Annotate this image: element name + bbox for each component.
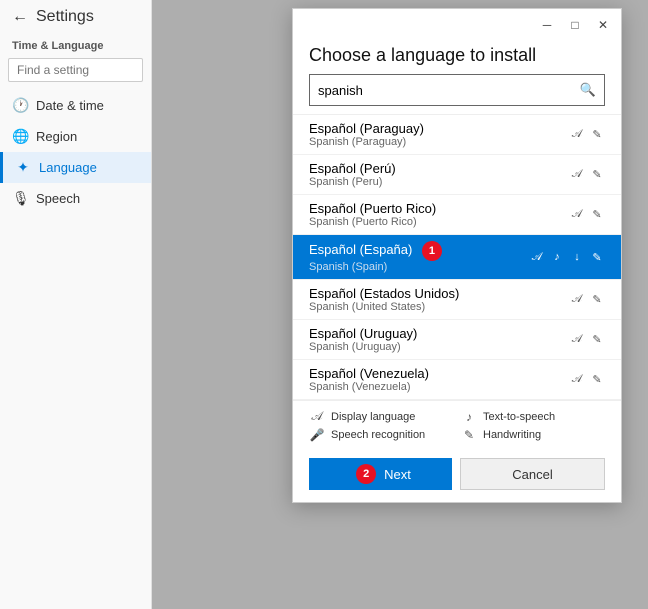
language-icons: 𝒜 ✎ [569, 372, 605, 388]
edit-icon: ✎ [589, 249, 605, 265]
language-install-dialog: ─ □ ✕ Choose a language to install 🔍 Esp… [292, 8, 622, 503]
mic-icon: 🎤 [309, 428, 325, 442]
list-item[interactable]: Español (Venezuela) Spanish (Venezuela) … [293, 360, 621, 400]
language-sub: Spanish (Venezuela) [309, 381, 569, 393]
pencil-icon: ✎ [461, 428, 477, 442]
edit-icon: ✎ [589, 292, 605, 308]
language-sub: Spanish (Peru) [309, 176, 569, 188]
legend-text-to-speech: ♪ Text-to-speech [461, 409, 605, 424]
dialog-titlebar: ─ □ ✕ [293, 9, 621, 37]
legend-label: Speech recognition [331, 429, 425, 441]
find-setting-input[interactable] [8, 58, 143, 82]
minimize-button[interactable]: ─ [533, 11, 561, 39]
language-icon: ✦ [15, 159, 31, 176]
speech-icon: 🎙 [12, 190, 28, 207]
list-item-selected[interactable]: Español (España) 1 Spanish (Spain) 𝒜 ♪ ↓… [293, 235, 621, 280]
language-icons: 𝒜 ✎ [569, 167, 605, 183]
download-icon: ↓ [569, 249, 585, 265]
sidebar-item-language[interactable]: ✦ Language [0, 152, 151, 183]
cursor-icon: 𝒜 [569, 167, 585, 183]
language-name: Español (Perú) [309, 161, 569, 176]
legend-handwriting: ✎ Handwriting [461, 428, 605, 442]
maximize-button[interactable]: □ [561, 11, 589, 39]
list-item[interactable]: Español (Estados Unidos) Spanish (United… [293, 280, 621, 320]
speech-wave-icon: ♪ [461, 410, 477, 424]
language-search-box: 🔍 [309, 74, 605, 106]
sidebar-item-label: Language [39, 160, 97, 175]
edit-icon: ✎ [589, 372, 605, 388]
language-icons: 𝒜 ✎ [569, 127, 605, 143]
next-button[interactable]: 2 Next [309, 458, 452, 490]
language-name: Español (Puerto Rico) [309, 201, 569, 216]
cursor-icon: 𝒜 [569, 292, 585, 308]
legend-speech-recognition: 🎤 Speech recognition [309, 428, 453, 442]
legend-label: Display language [331, 411, 415, 423]
language-search-input[interactable] [310, 78, 572, 103]
cursor-icon: 𝒜 [309, 409, 325, 424]
edit-icon: ✎ [589, 332, 605, 348]
sidebar-item-date-time[interactable]: 🕐 Date & time [0, 90, 151, 121]
list-item[interactable]: Español (Uruguay) Spanish (Uruguay) 𝒜 ✎ [293, 320, 621, 360]
cancel-button[interactable]: Cancel [460, 458, 605, 490]
sidebar-item-region[interactable]: 🌐 Region [0, 121, 151, 152]
sidebar-item-label: Speech [36, 191, 80, 206]
clock-icon: 🕐 [12, 97, 28, 114]
sidebar: ← Settings Time & Language 🕐 Date & time… [0, 0, 152, 609]
main-area: ─ □ ✕ Choose a language to install 🔍 Esp… [152, 0, 648, 609]
language-sub: Spanish (Paraguay) [309, 136, 569, 148]
cursor-icon: 𝒜 [569, 372, 585, 388]
speech-icon: ♪ [549, 249, 565, 265]
back-button[interactable]: ← Settings [0, 0, 151, 34]
language-name: Español (España) 1 [309, 241, 529, 261]
step2-badge: 2 [356, 464, 376, 484]
cursor-icon: 𝒜 [569, 332, 585, 348]
search-button[interactable]: 🔍 [572, 75, 604, 105]
back-label: Settings [36, 8, 94, 26]
region-icon: 🌐 [12, 128, 28, 145]
language-icons: 𝒜 ✎ [569, 332, 605, 348]
cursor-icon: 𝒜 [569, 127, 585, 143]
language-icons: 𝒜 ♪ ↓ ✎ [529, 249, 605, 265]
language-sub: Spanish (United States) [309, 301, 569, 313]
language-list: Español (Paraguay) Spanish (Paraguay) 𝒜 … [293, 114, 621, 400]
dialog-footer: 2 Next Cancel [293, 450, 621, 502]
close-button[interactable]: ✕ [589, 11, 617, 39]
language-name: Español (Paraguay) [309, 121, 569, 136]
list-item[interactable]: Español (Perú) Spanish (Peru) 𝒜 ✎ [293, 155, 621, 195]
edit-icon: ✎ [589, 127, 605, 143]
edit-icon: ✎ [589, 167, 605, 183]
dialog-title: Choose a language to install [293, 37, 621, 74]
language-name: Español (Uruguay) [309, 326, 569, 341]
cursor-icon: 𝒜 [569, 207, 585, 223]
step1-badge: 1 [422, 241, 442, 261]
sidebar-section-title: Time & Language [0, 34, 151, 54]
next-label: Next [384, 467, 411, 482]
language-name: Español (Estados Unidos) [309, 286, 569, 301]
language-icons: 𝒜 ✎ [569, 292, 605, 308]
back-icon: ← [12, 8, 28, 26]
language-sub: Spanish (Puerto Rico) [309, 216, 569, 228]
legend: 𝒜 Display language ♪ Text-to-speech 🎤 Sp… [293, 400, 621, 450]
legend-display-language: 𝒜 Display language [309, 409, 453, 424]
list-item[interactable]: Español (Paraguay) Spanish (Paraguay) 𝒜 … [293, 115, 621, 155]
legend-label: Handwriting [483, 429, 541, 441]
language-sub: Spanish (Uruguay) [309, 341, 569, 353]
language-sub: Spanish (Spain) [309, 261, 529, 273]
language-icons: 𝒜 ✎ [569, 207, 605, 223]
edit-icon: ✎ [589, 207, 605, 223]
legend-label: Text-to-speech [483, 411, 555, 423]
sidebar-item-speech[interactable]: 🎙 Speech [0, 183, 151, 214]
sidebar-item-label: Date & time [36, 98, 104, 113]
list-item[interactable]: Español (Puerto Rico) Spanish (Puerto Ri… [293, 195, 621, 235]
sidebar-item-label: Region [36, 129, 77, 144]
language-name: Español (Venezuela) [309, 366, 569, 381]
cursor-icon: 𝒜 [529, 249, 545, 265]
